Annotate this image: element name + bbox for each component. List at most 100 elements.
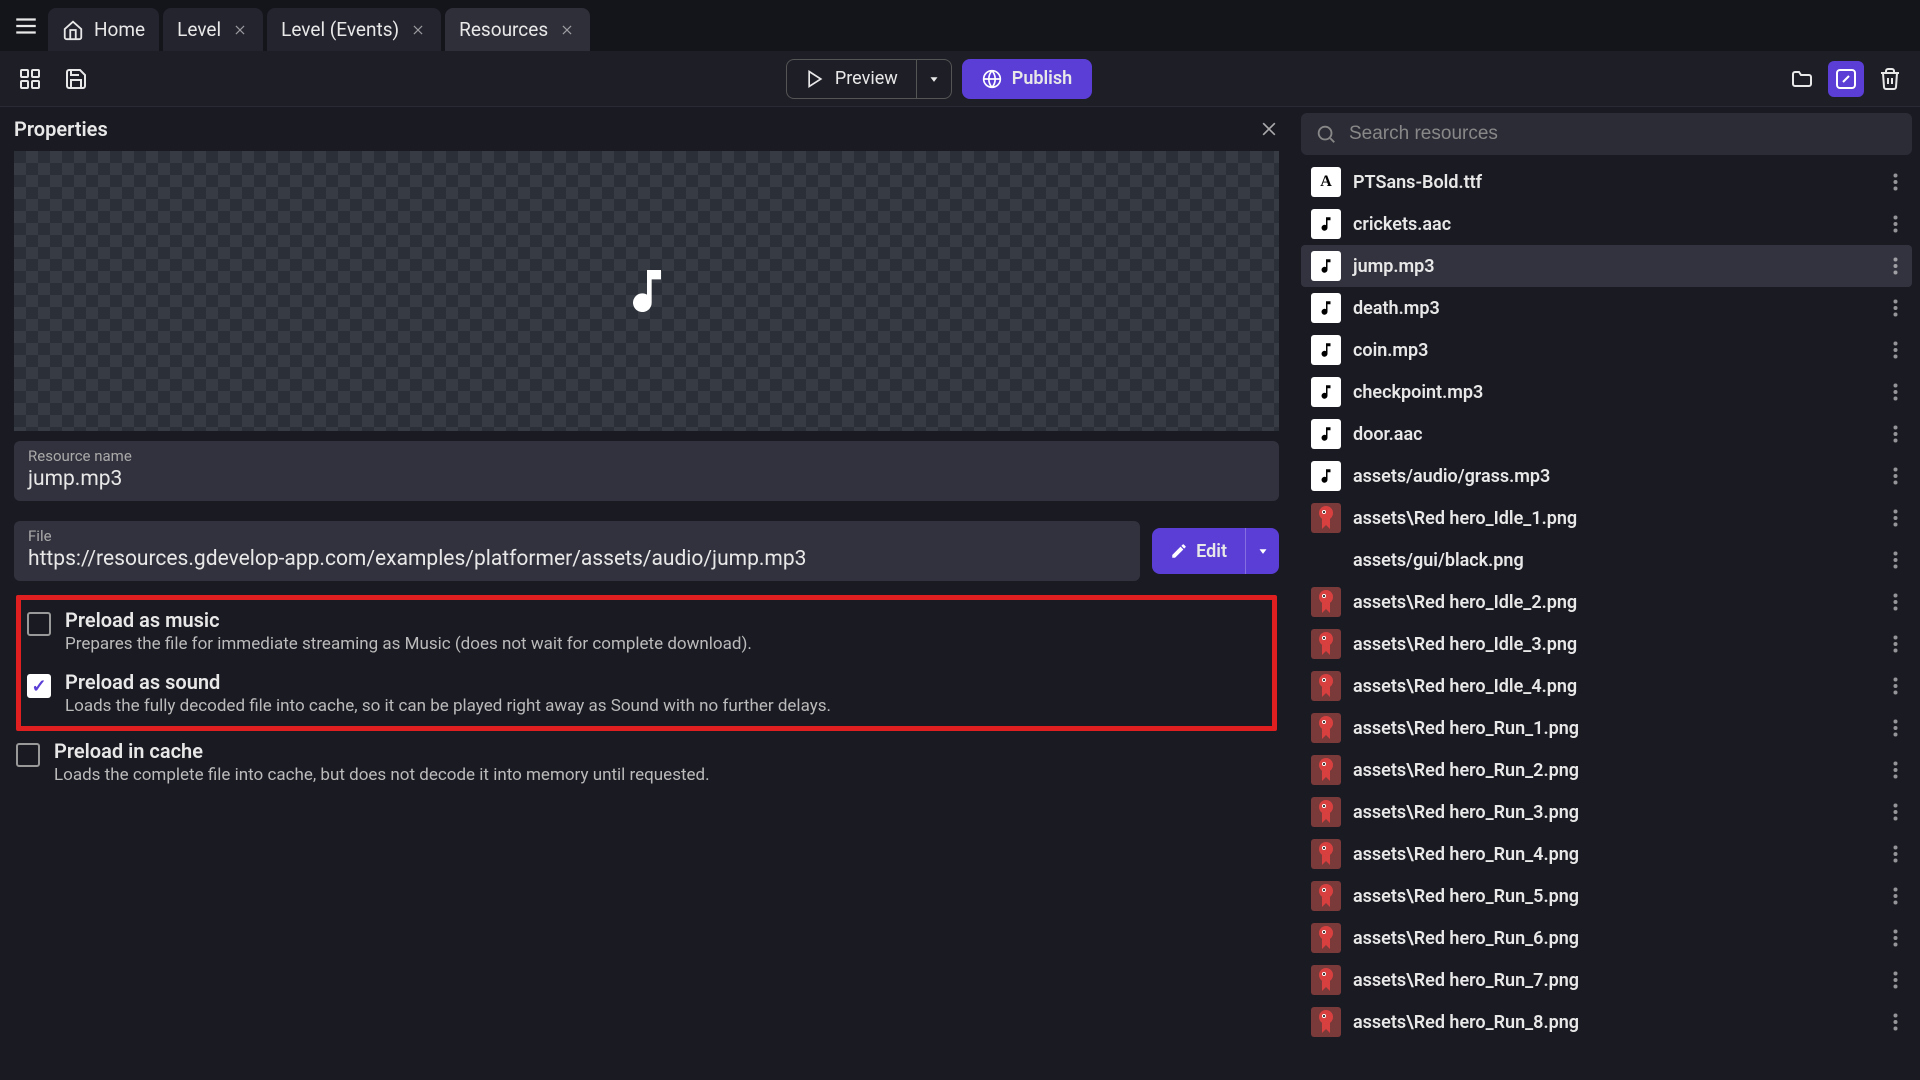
- trash-icon[interactable]: [1872, 61, 1908, 97]
- resource-name-label: Resource name: [28, 447, 1265, 465]
- panel-layout-icon[interactable]: [12, 61, 48, 97]
- edit-button[interactable]: Edit: [1152, 528, 1279, 574]
- resource-name-field[interactable]: Resource name jump.mp3: [14, 441, 1279, 501]
- save-icon[interactable]: [58, 61, 94, 97]
- preview-button[interactable]: Preview: [786, 59, 952, 99]
- resource-item[interactable]: coin.mp3: [1301, 329, 1912, 371]
- tab-label: Home: [94, 18, 145, 41]
- preload-music-checkbox[interactable]: [27, 612, 51, 636]
- tab-home[interactable]: Home: [48, 8, 159, 51]
- more-icon[interactable]: [1889, 841, 1902, 867]
- more-icon[interactable]: [1889, 211, 1902, 237]
- more-icon[interactable]: [1889, 883, 1902, 909]
- resource-item[interactable]: assets\Red hero_Idle_3.png: [1301, 623, 1912, 665]
- preview-label: Preview: [835, 68, 898, 89]
- resource-item[interactable]: door.aac: [1301, 413, 1912, 455]
- more-icon[interactable]: [1889, 379, 1902, 405]
- audio-icon: [1311, 251, 1341, 281]
- resource-name: assets\Red hero_Idle_1.png: [1353, 508, 1877, 529]
- file-field[interactable]: File https://resources.gdevelop-app.com/…: [14, 521, 1140, 581]
- tab-level-events-[interactable]: Level (Events): [267, 8, 441, 51]
- resource-item[interactable]: assets\Red hero_Run_1.png: [1301, 707, 1912, 749]
- resource-name: coin.mp3: [1353, 340, 1877, 361]
- more-icon[interactable]: [1889, 169, 1902, 195]
- tab-label: Resources: [459, 18, 548, 41]
- resource-item[interactable]: APTSans-Bold.ttf: [1301, 161, 1912, 203]
- resource-list: APTSans-Bold.ttfcrickets.aacjump.mp3deat…: [1301, 161, 1912, 1080]
- resource-item[interactable]: assets\Red hero_Run_8.png: [1301, 1001, 1912, 1043]
- preload-sound-desc: Loads the fully decoded file into cache,…: [65, 696, 831, 716]
- publish-button[interactable]: Publish: [962, 59, 1092, 99]
- search-input[interactable]: [1349, 123, 1898, 145]
- sprite-icon: [1311, 797, 1341, 827]
- search-icon: [1315, 123, 1337, 145]
- more-icon[interactable]: [1889, 547, 1902, 573]
- chevron-down-icon: [1256, 544, 1270, 558]
- resource-item[interactable]: assets\Red hero_Run_2.png: [1301, 749, 1912, 791]
- resource-item[interactable]: assets/audio/grass.mp3: [1301, 455, 1912, 497]
- resource-item[interactable]: assets\Red hero_Idle_4.png: [1301, 665, 1912, 707]
- resource-name: assets\Red hero_Run_6.png: [1353, 928, 1877, 949]
- resource-item[interactable]: assets\Red hero_Run_4.png: [1301, 833, 1912, 875]
- audio-icon: [1311, 377, 1341, 407]
- more-icon[interactable]: [1889, 505, 1902, 531]
- resource-item[interactable]: assets\Red hero_Run_5.png: [1301, 875, 1912, 917]
- search-box[interactable]: [1301, 113, 1912, 155]
- resource-item[interactable]: death.mp3: [1301, 287, 1912, 329]
- resource-item[interactable]: crickets.aac: [1301, 203, 1912, 245]
- more-icon[interactable]: [1889, 673, 1902, 699]
- play-icon: [805, 69, 825, 89]
- resource-item[interactable]: assets/gui/black.png: [1301, 539, 1912, 581]
- more-icon[interactable]: [1889, 421, 1902, 447]
- home-icon: [62, 19, 84, 41]
- more-icon[interactable]: [1889, 757, 1902, 783]
- resource-name: assets\Red hero_Run_7.png: [1353, 970, 1877, 991]
- close-icon[interactable]: [1259, 119, 1279, 139]
- preload-cache-title: Preload in cache: [54, 739, 710, 763]
- more-icon[interactable]: [1889, 337, 1902, 363]
- highlight-annotation: Preload as music Prepares the file for i…: [16, 595, 1277, 731]
- resource-item[interactable]: checkpoint.mp3: [1301, 371, 1912, 413]
- close-icon[interactable]: [409, 21, 427, 39]
- sprite-icon: [1311, 923, 1341, 953]
- close-icon[interactable]: [558, 21, 576, 39]
- resource-item[interactable]: assets\Red hero_Idle_2.png: [1301, 581, 1912, 623]
- resource-item[interactable]: jump.mp3: [1301, 245, 1912, 287]
- edit-dropdown[interactable]: [1245, 528, 1279, 574]
- resource-name: assets\Red hero_Run_3.png: [1353, 802, 1877, 823]
- more-icon[interactable]: [1889, 967, 1902, 993]
- tab-label: Level (Events): [281, 18, 399, 41]
- more-icon[interactable]: [1889, 631, 1902, 657]
- more-icon[interactable]: [1889, 799, 1902, 825]
- tab-label: Level: [177, 18, 221, 41]
- resource-name: assets/gui/black.png: [1353, 550, 1877, 571]
- resource-item[interactable]: assets\Red hero_Idle_1.png: [1301, 497, 1912, 539]
- resource-item[interactable]: assets\Red hero_Run_7.png: [1301, 959, 1912, 1001]
- folder-open-icon[interactable]: [1784, 61, 1820, 97]
- more-icon[interactable]: [1889, 589, 1902, 615]
- resource-item[interactable]: assets\Red hero_Run_6.png: [1301, 917, 1912, 959]
- preload-cache-row[interactable]: Preload in cache Loads the complete file…: [10, 731, 1283, 793]
- preload-music-row[interactable]: Preload as music Prepares the file for i…: [21, 600, 1272, 662]
- preload-sound-checkbox[interactable]: [27, 674, 51, 698]
- sprite-icon: [1311, 881, 1341, 911]
- preload-sound-row[interactable]: Preload as sound Loads the fully decoded…: [21, 662, 1272, 724]
- more-icon[interactable]: [1889, 925, 1902, 951]
- resource-item[interactable]: assets\Red hero_Run_3.png: [1301, 791, 1912, 833]
- more-icon[interactable]: [1889, 253, 1902, 279]
- tab-level[interactable]: Level: [163, 8, 263, 51]
- more-icon[interactable]: [1889, 463, 1902, 489]
- preview-dropdown[interactable]: [917, 60, 951, 98]
- audio-icon: [1311, 293, 1341, 323]
- preload-cache-checkbox[interactable]: [16, 743, 40, 767]
- more-icon[interactable]: [1889, 295, 1902, 321]
- more-icon[interactable]: [1889, 715, 1902, 741]
- close-icon[interactable]: [231, 21, 249, 39]
- resource-name: assets\Red hero_Idle_2.png: [1353, 592, 1877, 613]
- publish-label: Publish: [1012, 68, 1072, 89]
- tab-resources[interactable]: Resources: [445, 8, 590, 51]
- file-value: https://resources.gdevelop-app.com/examp…: [28, 547, 1126, 571]
- menu-icon[interactable]: [8, 8, 44, 44]
- edit-properties-icon[interactable]: [1828, 61, 1864, 97]
- more-icon[interactable]: [1889, 1009, 1902, 1035]
